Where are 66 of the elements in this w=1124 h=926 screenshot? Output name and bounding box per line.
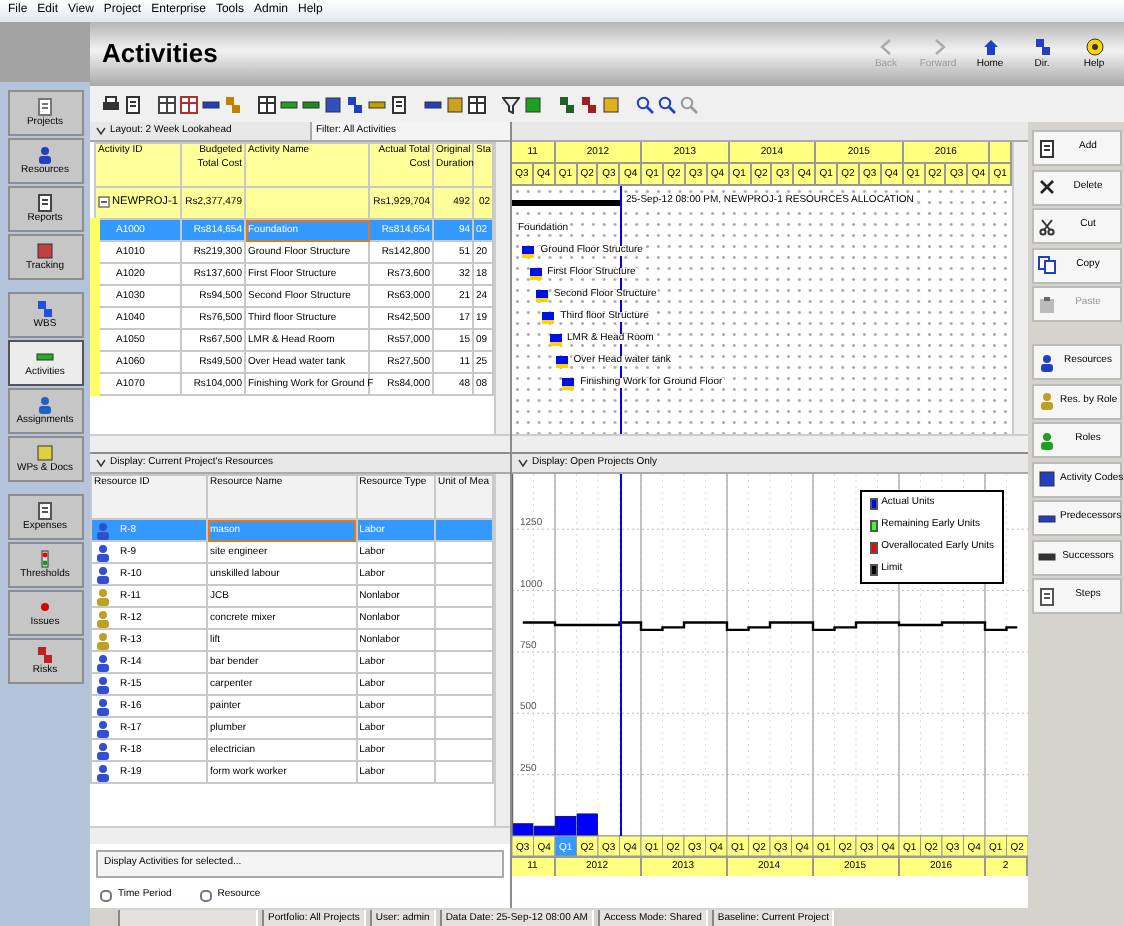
close-icon — [1038, 178, 1056, 196]
tree-icon[interactable] — [580, 95, 598, 113]
grid-icon[interactable] — [180, 95, 198, 113]
person-icon — [94, 631, 112, 649]
caret-icon — [518, 458, 528, 468]
scrollbar[interactable] — [494, 474, 510, 826]
filter-icon[interactable] — [502, 95, 520, 113]
caret-icon — [96, 126, 106, 136]
summary-bar — [512, 199, 620, 205]
home-icon — [981, 37, 999, 56]
person-icon — [94, 675, 112, 693]
scissors-icon — [1038, 217, 1056, 235]
tree-icon[interactable] — [346, 95, 364, 113]
copy-icon — [1038, 256, 1056, 274]
clipboard-icon — [1038, 295, 1056, 313]
checkbox[interactable] — [100, 890, 112, 902]
person-icon — [94, 565, 112, 583]
activity-bar — [549, 333, 561, 345]
scrollbar[interactable] — [494, 142, 510, 434]
caret-icon — [96, 458, 106, 468]
zoom-out-icon[interactable] — [658, 95, 676, 113]
print-icon[interactable] — [102, 95, 120, 113]
person-icon — [94, 543, 112, 561]
sidebar-header — [0, 22, 90, 82]
histogram-bar — [576, 813, 598, 837]
activity-bar — [529, 267, 542, 279]
legend-swatch — [869, 542, 878, 554]
checkbox[interactable] — [199, 890, 212, 902]
person-icon — [94, 719, 112, 737]
tree-icon[interactable] — [558, 95, 576, 113]
scrollbar[interactable] — [512, 434, 1028, 452]
legend-swatch — [869, 498, 878, 510]
person-icon — [94, 741, 112, 759]
scrollbar[interactable] — [1012, 142, 1028, 434]
scrollbar[interactable] — [90, 434, 510, 452]
dot-icon — [36, 597, 54, 616]
grid-icon[interactable] — [468, 95, 486, 113]
legend-swatch — [869, 520, 878, 532]
person-icon — [94, 763, 112, 781]
activity-bar — [562, 377, 575, 389]
collapse-icon[interactable] — [98, 196, 110, 209]
grid-icon[interactable] — [258, 95, 276, 113]
person-icon — [1038, 353, 1056, 371]
person-icon — [1038, 431, 1056, 449]
person-icon — [94, 587, 112, 605]
scrollbar[interactable] — [90, 826, 510, 844]
help-icon — [1085, 37, 1103, 56]
hierarchy-icon — [36, 299, 54, 318]
back-icon — [877, 37, 895, 56]
person-icon — [94, 653, 112, 671]
person-icon — [94, 521, 112, 539]
activity-bar — [535, 289, 548, 301]
activity-bar — [522, 245, 535, 257]
activity-bar — [555, 355, 568, 367]
directory-icon — [1033, 37, 1051, 56]
zoom-in-icon[interactable] — [636, 95, 654, 113]
person-icon — [94, 609, 112, 627]
person-icon — [1038, 392, 1056, 410]
person-icon — [94, 697, 112, 715]
activity-bar — [542, 311, 555, 323]
legend-swatch — [869, 564, 878, 576]
person-icon — [36, 395, 54, 414]
traffic-light-icon — [36, 549, 54, 568]
person-icon — [36, 145, 54, 164]
grid-icon[interactable] — [158, 95, 176, 113]
page-title: Activities — [102, 39, 220, 69]
